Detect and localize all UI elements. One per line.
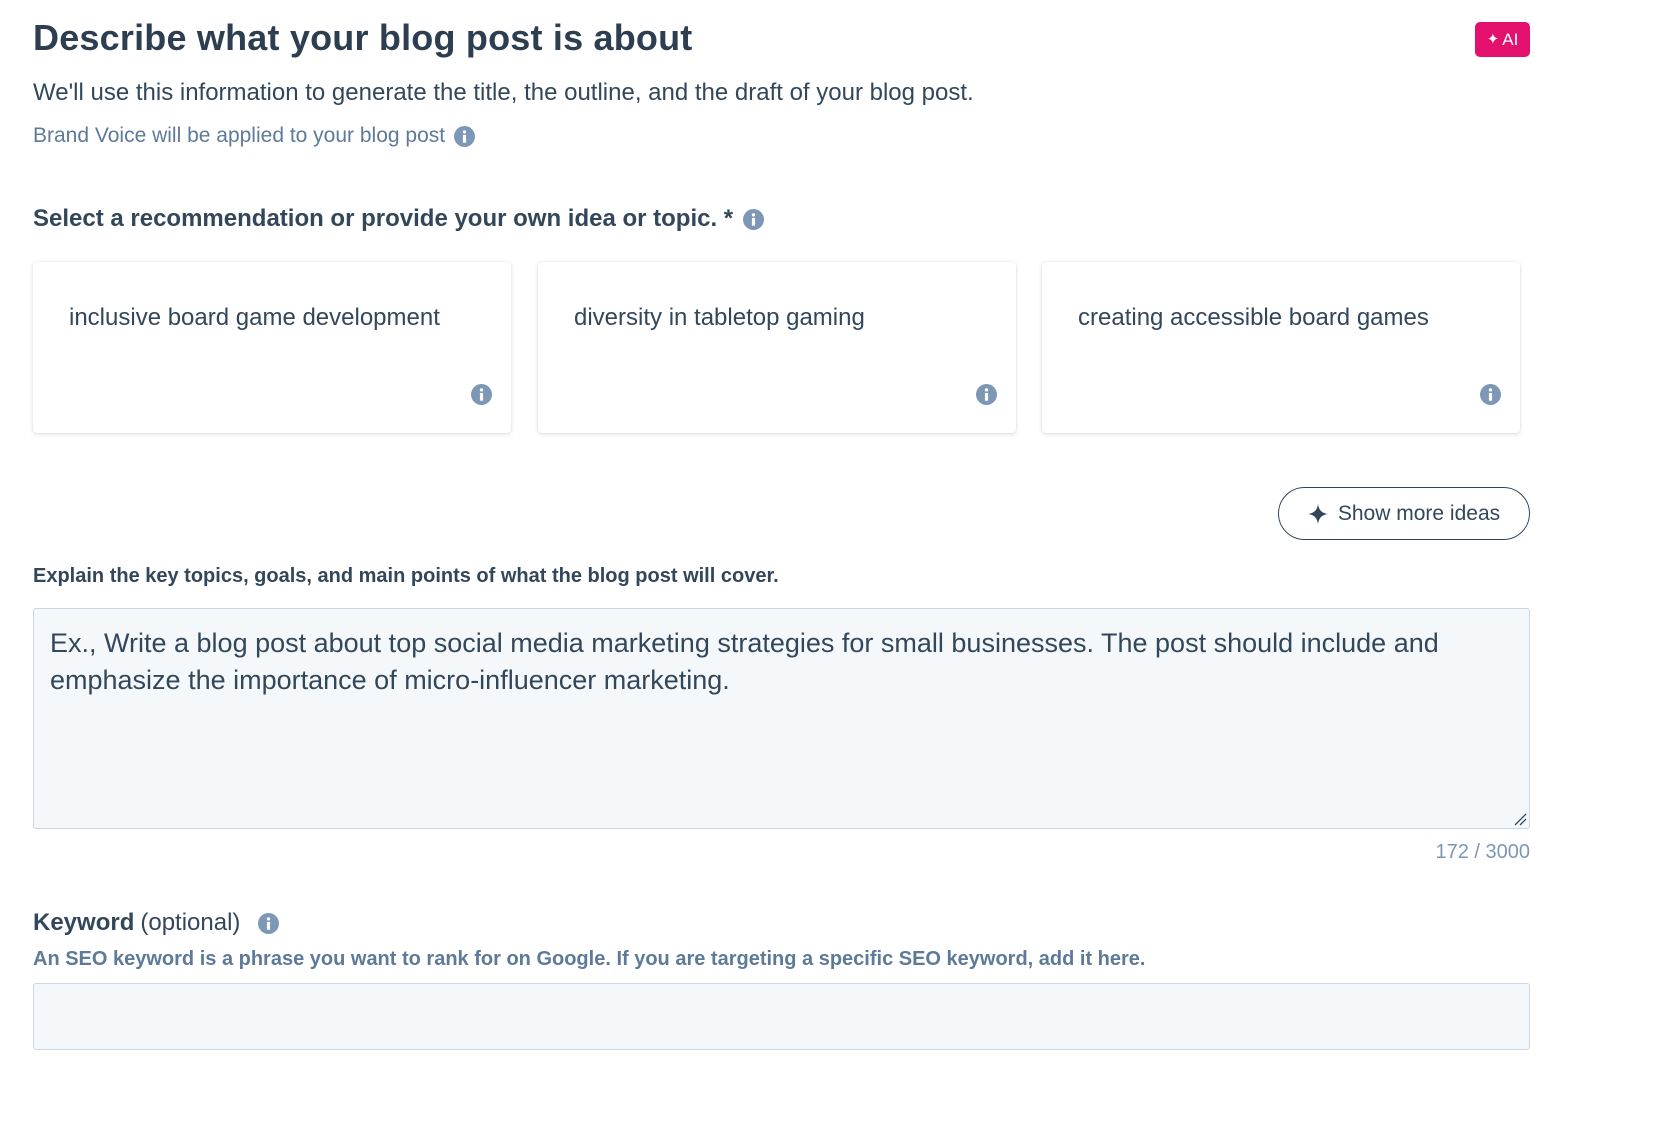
- brand-voice-text: Brand Voice will be applied to your blog…: [33, 124, 446, 147]
- recommendation-card[interactable]: diversity in tabletop gaming: [538, 262, 1016, 433]
- page-title: Describe what your blog post is about: [33, 17, 693, 58]
- keyword-label: Keyword (optional): [33, 907, 280, 939]
- page-subtitle: We'll use this information to generate t…: [33, 79, 974, 106]
- recommendation-cards: inclusive board game development diversi…: [33, 262, 1520, 433]
- explain-label: Explain the key topics, goals, and main …: [33, 565, 779, 587]
- show-more-ideas-label: Show more ideas: [1337, 501, 1501, 525]
- keyword-label-text: Keyword: [33, 909, 135, 936]
- info-icon[interactable]: [471, 384, 492, 405]
- info-icon[interactable]: [258, 912, 280, 934]
- explain-textarea[interactable]: [33, 608, 1530, 829]
- character-count: 172 / 3000: [1435, 841, 1530, 863]
- ai-badge: ✦ AI: [1475, 22, 1530, 57]
- recommendation-label-text: Select a recommendation or provide your …: [33, 205, 734, 232]
- keyword-help-text: An SEO keyword is a phrase you want to r…: [33, 948, 1146, 970]
- sparkle-icon: ✦: [1486, 31, 1500, 48]
- keyword-input[interactable]: [33, 983, 1530, 1050]
- ai-badge-label: AI: [1502, 29, 1519, 49]
- recommendation-card[interactable]: inclusive board game development: [33, 262, 511, 433]
- blog-post-setup-form: Describe what your blog post is about ✦ …: [33, 0, 1530, 1144]
- info-icon[interactable]: [976, 384, 997, 405]
- sparkle-icon: [1307, 503, 1328, 524]
- info-icon[interactable]: [1480, 384, 1501, 405]
- brand-voice-note: Brand Voice will be applied to your blog…: [33, 122, 476, 150]
- keyword-optional-text: (optional): [140, 909, 241, 936]
- info-icon[interactable]: [743, 208, 765, 230]
- recommendation-card-text: inclusive board game development: [69, 304, 440, 331]
- recommendation-card-text: creating accessible board games: [1078, 304, 1429, 331]
- info-icon[interactable]: [454, 125, 476, 147]
- show-more-ideas-button[interactable]: Show more ideas: [1278, 487, 1530, 540]
- resize-handle-icon[interactable]: [1513, 812, 1527, 826]
- recommendation-label: Select a recommendation or provide your …: [33, 203, 765, 235]
- recommendation-card[interactable]: creating accessible board games: [1042, 262, 1520, 433]
- recommendation-card-text: diversity in tabletop gaming: [574, 304, 865, 331]
